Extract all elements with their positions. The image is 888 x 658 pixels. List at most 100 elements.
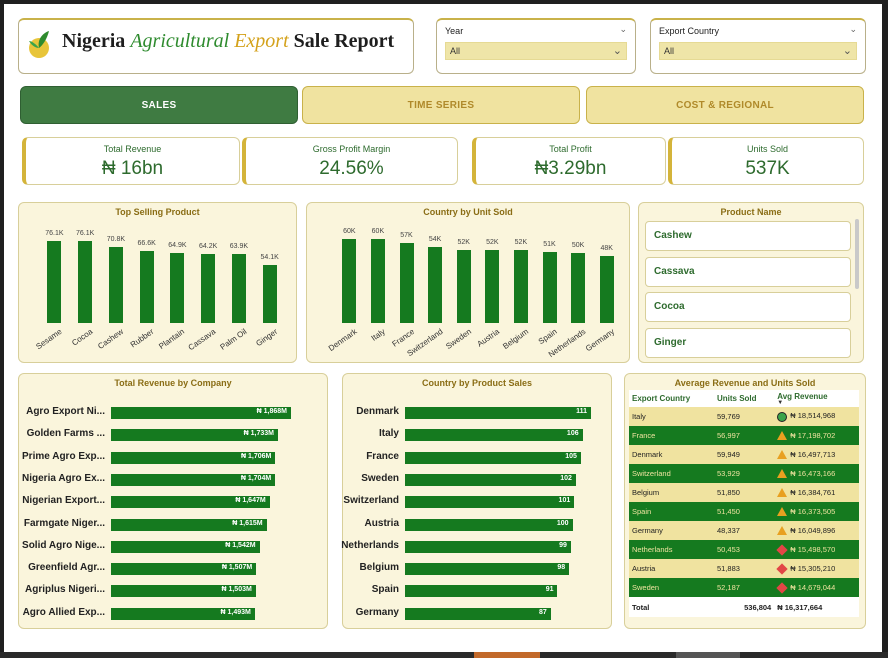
- bar[interactable]: ₦ 1,706M: [111, 451, 276, 464]
- bar[interactable]: [201, 253, 216, 323]
- bar-row: Spain 91: [343, 579, 613, 601]
- year-dropdown[interactable]: All ⌄: [445, 42, 627, 60]
- country-dropdown[interactable]: All ⌄: [659, 42, 857, 60]
- data-label: 54K: [428, 236, 442, 244]
- column-header[interactable]: Export Country: [629, 390, 714, 407]
- bar[interactable]: ₦ 1,503M: [111, 585, 256, 598]
- cell-avg-revenue: ₦ 16,497,713: [774, 445, 859, 464]
- country-slicer[interactable]: Export Country ⌄ All ⌄: [650, 18, 866, 74]
- collapse-chevron-icon[interactable]: ⌄: [619, 24, 627, 35]
- data-label: 98: [557, 564, 566, 572]
- product-option[interactable]: Ginger: [645, 328, 851, 358]
- tick-label: Sweden: [444, 327, 473, 351]
- table-row[interactable]: Italy 59,769 ₦ 18,514,968: [629, 407, 859, 426]
- country-slicer-label: Export Country: [659, 26, 720, 36]
- tick-label: Belgium: [359, 562, 399, 574]
- table-row[interactable]: Denmark 59,949 ₦ 16,497,713: [629, 445, 859, 464]
- table-row[interactable]: Austria 51,883 ₦ 15,305,210: [629, 559, 859, 578]
- data-label: 87: [538, 608, 547, 616]
- bar[interactable]: [542, 251, 557, 323]
- chevron-down-icon[interactable]: ⌄: [843, 44, 852, 57]
- data-label: ₦ 1,706M: [241, 452, 272, 460]
- data-label: ₦ 1,615M: [232, 519, 263, 527]
- avg-revenue-value: ₦ 16,473,166: [790, 468, 836, 478]
- year-slicer[interactable]: Year ⌄ All ⌄: [436, 18, 636, 74]
- product-option[interactable]: Cocoa: [645, 292, 851, 322]
- column-header[interactable]: Units Sold: [713, 390, 775, 407]
- cell-avg-revenue: ₦ 14,679,044: [774, 578, 859, 597]
- data-label: 60K: [343, 228, 356, 235]
- bar[interactable]: [456, 250, 471, 323]
- data-label: ₦ 1,704M: [240, 474, 272, 482]
- collapse-chevron-icon[interactable]: ⌄: [849, 24, 857, 35]
- table-row[interactable]: Sweden 52,187 ₦ 14,679,044: [629, 578, 859, 597]
- tick-label: Germany: [355, 606, 399, 618]
- bar[interactable]: ₦ 1,704M: [111, 473, 276, 486]
- cell-units: 56,997: [713, 426, 775, 445]
- bar-row: Switzerland 101: [343, 490, 613, 512]
- product-option[interactable]: Cashew: [645, 221, 851, 251]
- bar[interactable]: ₦ 1,733M: [111, 429, 278, 442]
- bar[interactable]: ₦ 1,542M: [111, 540, 260, 553]
- bar[interactable]: 102: [405, 473, 576, 486]
- product-option[interactable]: Cassava: [645, 257, 851, 287]
- bar[interactable]: 100: [405, 518, 573, 531]
- bar[interactable]: [599, 255, 614, 323]
- bar[interactable]: 111: [405, 407, 591, 419]
- tick-label: Germany: [583, 327, 616, 354]
- bar[interactable]: [428, 247, 443, 323]
- bar[interactable]: 91: [405, 585, 558, 598]
- bar[interactable]: [78, 241, 93, 323]
- title-card: Nigeria Agricultural Export Sale Report: [18, 18, 414, 74]
- column-header[interactable]: Avg Revenue ▼: [774, 390, 859, 407]
- tick-label: Greenfield Agr...: [28, 562, 105, 574]
- data-label: 99: [559, 541, 567, 549]
- bar[interactable]: [170, 253, 185, 323]
- table-row[interactable]: Spain 51,450 ₦ 16,373,505: [629, 502, 859, 521]
- table-row[interactable]: Switzerland 53,929 ₦ 16,473,166: [629, 464, 859, 483]
- bar[interactable]: 105: [405, 451, 581, 464]
- table-row[interactable]: Germany 48,337 ₦ 16,049,896: [629, 521, 859, 540]
- bar[interactable]: ₦ 1,493M: [111, 607, 255, 620]
- cell-avg-revenue: ₦ 16,373,505: [774, 502, 859, 521]
- bar[interactable]: [485, 250, 500, 323]
- tab-time-series[interactable]: TIME SERIES: [302, 86, 580, 124]
- bar[interactable]: [47, 241, 62, 323]
- tab-cost-regional[interactable]: COST & REGIONAL: [586, 86, 864, 124]
- bar[interactable]: [342, 239, 357, 323]
- tick-label: Denmark: [356, 406, 399, 417]
- avg-revenue-value: ₦ 16,384,761: [790, 487, 836, 497]
- chevron-down-icon[interactable]: ⌄: [613, 44, 622, 57]
- bar-row: Belgium 98: [343, 557, 613, 579]
- bar[interactable]: ₦ 1,868M: [111, 407, 291, 419]
- bar[interactable]: ₦ 1,647M: [111, 496, 270, 509]
- bar[interactable]: [513, 250, 528, 323]
- bar[interactable]: ₦ 1,507M: [111, 563, 257, 576]
- bar[interactable]: [262, 264, 277, 323]
- bar[interactable]: ₦ 1,615M: [111, 518, 267, 531]
- bar[interactable]: [139, 251, 154, 323]
- bar[interactable]: [231, 254, 246, 323]
- bar[interactable]: 99: [405, 540, 571, 553]
- warning-triangle-icon: [777, 450, 788, 460]
- tick-label: Switzerland: [343, 495, 399, 507]
- table-row[interactable]: France 56,997 ₦ 17,198,702: [629, 426, 859, 445]
- table-row[interactable]: Belgium 51,850 ₦ 16,384,761: [629, 483, 859, 502]
- sort-arrow-icon: ▼: [777, 400, 784, 406]
- bar[interactable]: 98: [405, 563, 570, 576]
- tick-label: Agriplus Nigeri...: [24, 584, 105, 596]
- bar[interactable]: [108, 246, 123, 323]
- bar[interactable]: 101: [405, 496, 575, 509]
- table-row[interactable]: Netherlands 50,453 ₦ 15,498,570: [629, 540, 859, 559]
- bar[interactable]: [399, 243, 414, 323]
- bar[interactable]: 87: [405, 607, 551, 620]
- tick-label: Rubber: [129, 327, 156, 350]
- data-label: 64.2K: [198, 242, 218, 250]
- cell-units: 51,450: [713, 502, 775, 521]
- bar[interactable]: [571, 253, 586, 323]
- scrollbar[interactable]: [855, 219, 859, 289]
- bar[interactable]: 106: [405, 429, 583, 442]
- tab-sales[interactable]: SALES: [20, 86, 298, 124]
- tick-label: Sweden: [361, 472, 399, 484]
- bar[interactable]: [370, 239, 385, 323]
